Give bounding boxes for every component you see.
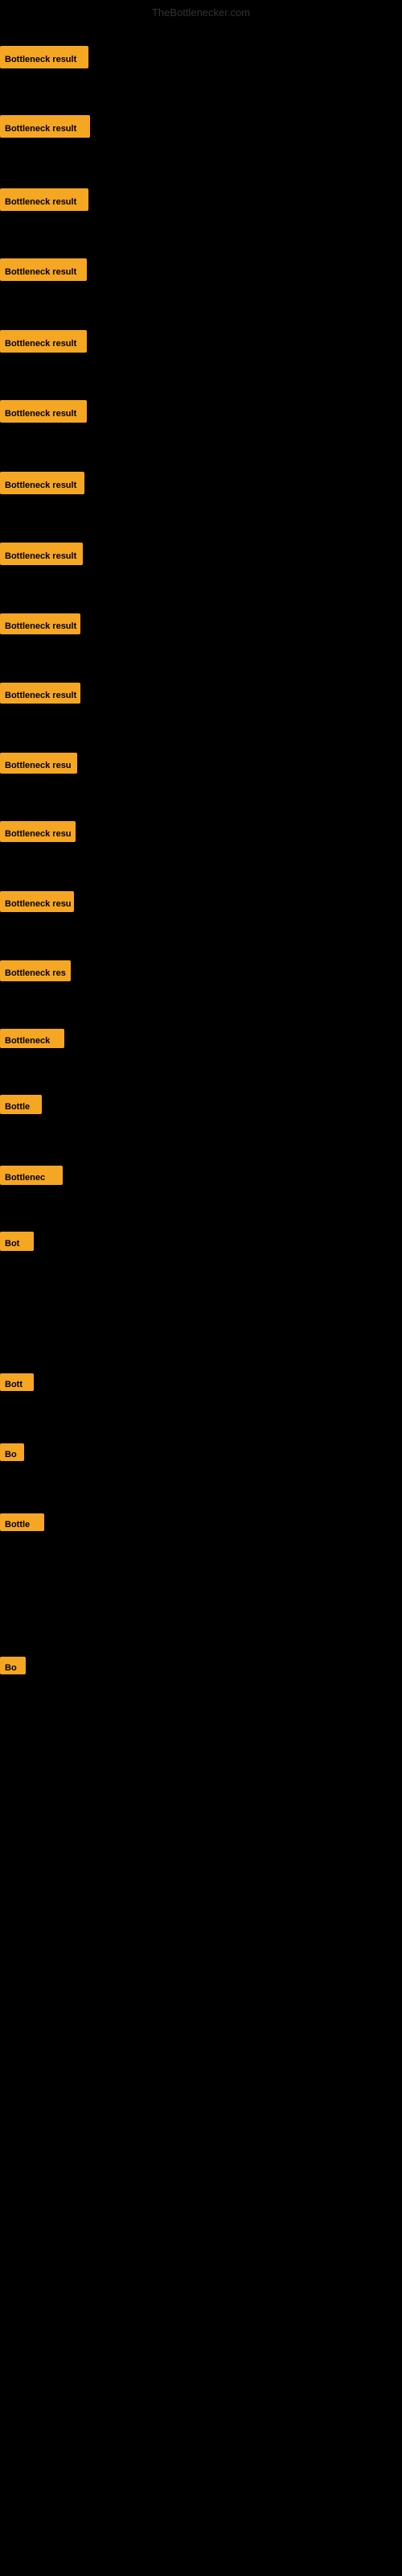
bottleneck-badge: Bottle [0,1513,44,1531]
bottleneck-badge: Bo [0,1657,26,1674]
bottleneck-badge: Bottleneck [0,1029,64,1048]
bottleneck-badge: Bottlenec [0,1166,63,1185]
bottleneck-badge: Bottleneck result [0,683,80,704]
bottleneck-badge: Bott [0,1373,34,1391]
site-title: TheBottlenecker.com [152,6,250,19]
bottleneck-badge: Bottleneck resu [0,753,77,774]
bottleneck-badge: Bottleneck result [0,46,88,68]
bottleneck-badge: Bottleneck result [0,258,87,281]
bottleneck-badge: Bottle [0,1095,42,1114]
bottleneck-badge: Bot [0,1232,34,1251]
bottleneck-badge: Bottleneck resu [0,821,76,842]
bottleneck-badge: Bottleneck result [0,543,83,565]
bottleneck-badge: Bo [0,1443,24,1461]
bottleneck-badge: Bottleneck resu [0,891,74,912]
bottleneck-badge: Bottleneck res [0,960,71,981]
bottleneck-badge: Bottleneck result [0,472,84,494]
bottleneck-badge: Bottleneck result [0,188,88,211]
bottleneck-badge: Bottleneck result [0,330,87,353]
bottleneck-badge: Bottleneck result [0,115,90,138]
bottleneck-badge: Bottleneck result [0,613,80,634]
bottleneck-badge: Bottleneck result [0,400,87,423]
